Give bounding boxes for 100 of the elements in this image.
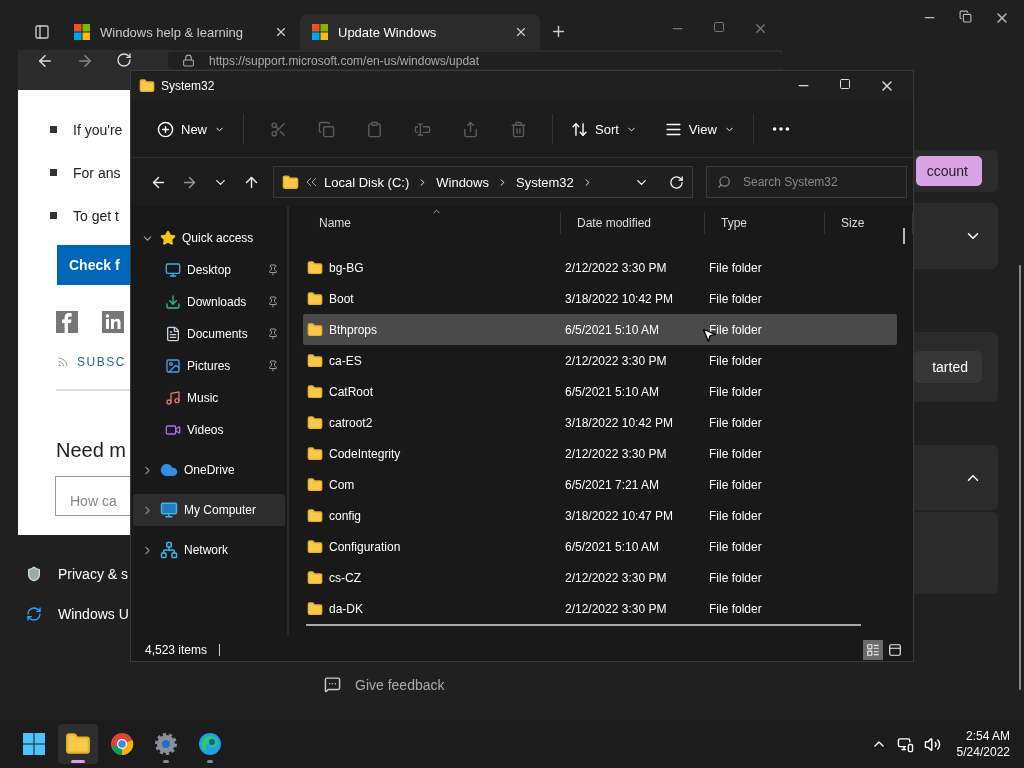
search-field[interactable]: Search System32 (706, 166, 907, 198)
browser-tab[interactable]: Windows help & learning (62, 14, 300, 50)
nav-item[interactable]: Windows U (26, 602, 129, 626)
question-field[interactable]: How ca (55, 476, 130, 516)
sidebar-item[interactable]: My Computer (133, 494, 285, 526)
delete-icon[interactable] (509, 120, 527, 138)
file-name: Configuration (329, 539, 401, 554)
social-f-icon[interactable] (56, 311, 78, 333)
gear-icon (154, 732, 178, 756)
column-header[interactable]: Date modified (561, 212, 705, 234)
folder-icon (307, 600, 323, 617)
bullet-text: To get t (73, 207, 119, 224)
breadcrumb-item[interactable]: Windows (436, 174, 489, 190)
picture-icon (165, 358, 181, 374)
feed-icon (57, 356, 69, 368)
folder-icon (307, 507, 323, 524)
type-cell-text: File folder (708, 570, 763, 585)
details-view-button[interactable] (863, 639, 883, 660)
document-icon (165, 326, 181, 342)
sort-button[interactable]: Sort (563, 111, 645, 147)
type-cell-text: File folder (708, 539, 763, 554)
clock[interactable]: 2:54 AM 5/24/2022 (956, 729, 1010, 759)
file-row[interactable]: Boot 3/18/2022 10:42 PM File folder (303, 283, 897, 314)
forward-icon[interactable] (76, 52, 94, 70)
date-cell-text: 6/5/2021 5:10 AM (564, 322, 661, 337)
type-cell-text: File folder (708, 322, 763, 337)
column-header[interactable]: Type (705, 212, 825, 234)
type-cell-text: File folder (708, 601, 763, 616)
sidebar-item[interactable]: Downloads (133, 286, 285, 318)
refresh-icon[interactable] (116, 52, 132, 68)
file-row[interactable]: ca-ES 2/12/2022 3:30 PM File folder (303, 345, 897, 376)
close-icon[interactable] (514, 25, 528, 39)
date-cell-text: 2/12/2022 3:30 PM (564, 446, 668, 461)
network-icon[interactable] (896, 735, 914, 753)
rename-icon[interactable] (413, 120, 431, 138)
round-logo-icon (110, 732, 134, 756)
folder-icon (307, 290, 323, 307)
date-cell-text: 3/18/2022 10:47 PM (564, 508, 675, 523)
file-row[interactable]: CodeIntegrity 2/12/2022 3:30 PM File folder (303, 438, 897, 469)
get-started-button[interactable]: tarted (914, 351, 982, 383)
sidebar-item[interactable]: Music (133, 382, 285, 414)
breadcrumb-item[interactable]: Local Disk (C:) (324, 174, 410, 190)
scrollbar[interactable] (1019, 265, 1021, 690)
file-row[interactable]: catroot2 3/18/2022 10:42 PM File folder (303, 407, 897, 438)
folder-icon (307, 569, 323, 586)
file-row[interactable]: config 3/18/2022 10:47 PM File folder (303, 500, 897, 531)
sidebar-item[interactable]: Videos (133, 414, 285, 446)
close-icon[interactable] (274, 25, 288, 39)
new-button[interactable]: New (149, 111, 233, 147)
copy-icon[interactable] (317, 120, 335, 138)
column-header[interactable]: Name (303, 212, 561, 234)
file-row[interactable]: bg-BG 2/12/2022 3:30 PM File folder (303, 252, 897, 283)
tab-actions-icon[interactable] (34, 24, 50, 40)
share-icon[interactable] (461, 120, 479, 138)
paste-icon[interactable] (365, 120, 383, 138)
address-bar[interactable]: Local Disk (C:) Windows System32 (273, 166, 693, 198)
new-tab-icon[interactable] (550, 23, 567, 40)
sidebar-item[interactable]: OneDrive (133, 454, 285, 486)
breadcrumb-item[interactable]: System32 (516, 174, 574, 190)
sidebar-item[interactable]: Quick access (133, 222, 285, 254)
file-row[interactable]: cs-CZ 2/12/2022 3:30 PM File folder (303, 562, 897, 593)
file-row[interactable]: da-DK 2/12/2022 3:30 PM File folder (303, 593, 897, 620)
type-cell-text: File folder (708, 291, 763, 306)
type-cell-text: File folder (708, 415, 763, 430)
file-row[interactable]: Configuration 6/5/2021 5:10 AM File folder (303, 531, 897, 562)
sidebar-item[interactable]: Desktop (133, 254, 285, 286)
sidebar-item[interactable]: Documents (133, 318, 285, 350)
folder-icon (282, 173, 299, 191)
subscribe-link[interactable]: SUBSC (77, 355, 126, 369)
restore-button[interactable] (959, 10, 972, 23)
scroll-thumb[interactable] (903, 228, 905, 244)
cut-icon[interactable] (269, 120, 287, 138)
social-in-icon[interactable] (102, 311, 124, 333)
swirl-logo-icon (198, 732, 222, 756)
account-button[interactable]: ccount (916, 156, 982, 186)
view-button[interactable]: View (656, 111, 743, 147)
feedback-link[interactable]: Give feedback (355, 676, 445, 693)
back-icon[interactable] (36, 52, 54, 70)
nav-item[interactable]: Privacy & s (26, 562, 129, 586)
sidebar-item[interactable]: Pictures (133, 350, 285, 382)
file-row[interactable]: Com 6/5/2021 7:21 AM File folder (303, 469, 897, 500)
file-row[interactable]: CatRoot 6/5/2021 5:10 AM File folder (303, 376, 897, 407)
folder-icon (65, 731, 91, 757)
volume-icon[interactable] (923, 735, 941, 753)
search-input[interactable]: Search System32 (741, 174, 891, 190)
taskbar-app[interactable] (58, 724, 98, 764)
horizontal-scrollbar[interactable] (306, 624, 861, 626)
network-icon (160, 541, 178, 559)
date-cell-text: 2/12/2022 3:30 PM (564, 353, 668, 368)
sidebar-item[interactable]: Network (133, 534, 285, 566)
folder-icon (307, 259, 323, 276)
monitor-icon (165, 262, 181, 278)
browser-tab[interactable]: Update Windows (300, 14, 540, 50)
date-cell-text: 2/12/2022 3:30 PM (564, 260, 668, 275)
search-icon (717, 175, 731, 189)
file-row[interactable]: Bthprops 6/5/2021 5:10 AM File folder (303, 314, 897, 345)
address-bar[interactable]: https://support.microsoft.com/en-us/windows/updat (168, 52, 782, 69)
lock-icon (182, 54, 195, 67)
file-name: bg-BG (329, 260, 364, 275)
check-button[interactable]: Check f (57, 245, 130, 285)
